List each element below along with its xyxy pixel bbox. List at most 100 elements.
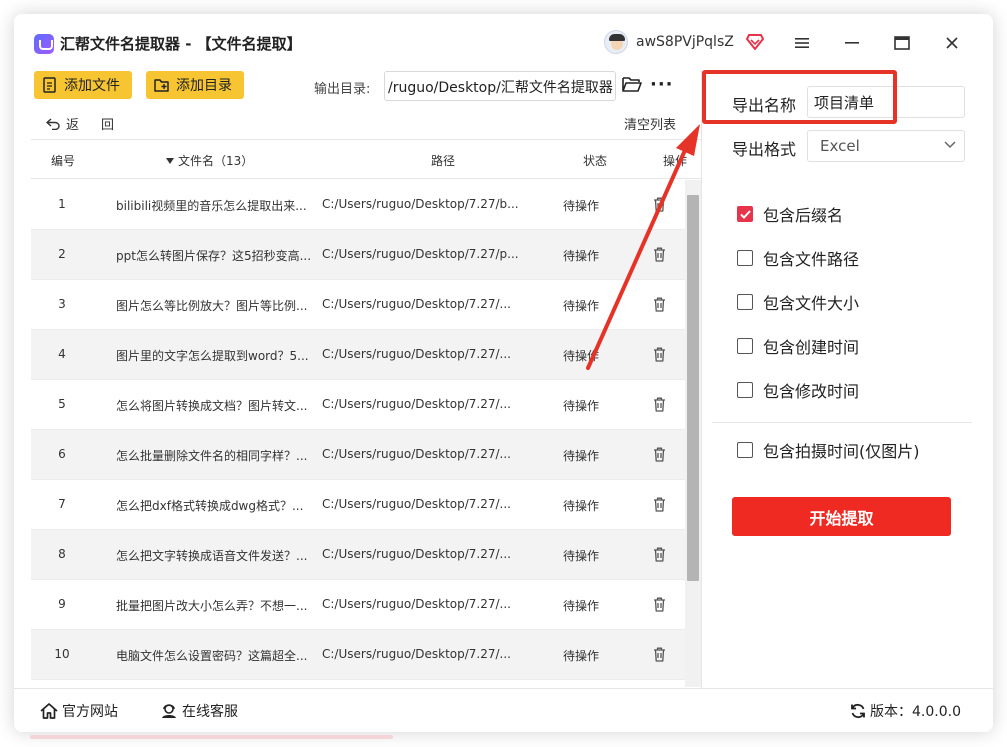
- table-row[interactable]: 2 ppt怎么转图片保存？这5招秒变高... C:/Users/ruguo/Desk…: [31, 230, 685, 280]
- row-number: 1: [58, 197, 66, 211]
- row-status: 待操作: [562, 199, 599, 213]
- more-options-icon[interactable]: ···: [650, 74, 674, 95]
- checkbox-empty-icon[interactable]: [737, 338, 753, 354]
- title-bar: 汇帮文件名提取器 - 【文件名提取】 awS8PVjPqlsZ: [14, 14, 993, 70]
- header-no: 编号: [51, 154, 76, 168]
- row-number: 7: [58, 497, 66, 511]
- add-directory-label: 添加目录: [176, 78, 232, 94]
- row-status: 待操作: [562, 399, 599, 413]
- progress-underline: [30, 735, 393, 739]
- version-info[interactable]: 版本：4.0.0.0: [850, 701, 961, 721]
- export-option-checkbox[interactable]: 包含后缀名: [737, 202, 843, 226]
- clear-list-button[interactable]: 清空列表: [624, 114, 676, 133]
- official-website-label: 官方网站: [62, 704, 118, 720]
- export-option-label: 包含修改时间: [763, 382, 860, 401]
- back-label-1: 返: [66, 118, 80, 133]
- minimize-button[interactable]: [837, 30, 867, 56]
- row-file-path: C:/Users/ruguo/Desktop/7.27/...: [322, 547, 511, 561]
- add-directory-button[interactable]: 添加目录: [146, 71, 244, 99]
- start-extract-button[interactable]: 开始提取: [732, 497, 951, 536]
- trash-icon: [654, 297, 665, 312]
- row-file-name: 批量把图片改大小怎么弄？不想一...: [116, 599, 308, 613]
- minimize-icon: [845, 42, 859, 44]
- export-option-checkbox[interactable]: 包含文件路径: [737, 246, 859, 270]
- export-settings-panel: 导出名称 项目清单 导出格式 Excel 包含后缀名 包含文件路径 包含文件大小 包含…: [701, 70, 993, 688]
- menu-button[interactable]: [787, 30, 817, 56]
- row-file-name: 怎么把dxf格式转换成dwg格式？...: [116, 499, 304, 513]
- row-delete-button[interactable]: [653, 447, 669, 462]
- row-delete-button[interactable]: [653, 247, 669, 262]
- hamburger-icon: [795, 38, 809, 48]
- export-option-checkbox[interactable]: 包含拍摄时间(仅图片): [737, 438, 920, 462]
- table-row[interactable]: 10 电脑文件怎么设置密码？这篇超全... C:/Users/ruguo/Deskt…: [31, 630, 685, 680]
- header-name[interactable]: 文件名（13）: [165, 152, 253, 169]
- row-number: 5: [58, 397, 66, 411]
- table-row[interactable]: 3 图片怎么等比例放大？图片等比例... C:/Users/ruguo/Deskto…: [31, 280, 685, 330]
- table-row[interactable]: 6 怎么批量删除文件名的相同字样？... C:/Users/ruguo/Deskto…: [31, 430, 685, 480]
- trash-icon: [654, 447, 665, 462]
- folder-open-icon[interactable]: [622, 75, 642, 93]
- row-delete-button[interactable]: [653, 497, 669, 512]
- header-op: 操作: [663, 154, 688, 168]
- trash-icon: [654, 397, 665, 412]
- table-row[interactable]: 4 图片里的文字怎么提取到word？5... C:/Users/ruguo/Desk…: [31, 330, 685, 380]
- close-button[interactable]: [937, 30, 967, 56]
- row-delete-button[interactable]: [653, 547, 669, 562]
- trash-icon: [654, 597, 665, 612]
- row-file-name: 怎么批量删除文件名的相同字样？...: [116, 449, 308, 463]
- checkbox-empty-icon[interactable]: [737, 294, 753, 310]
- row-delete-button[interactable]: [653, 597, 669, 612]
- export-option-label: 包含创建时间: [763, 338, 860, 357]
- back-button[interactable]: 返 回: [46, 114, 114, 133]
- support-agent-icon: [162, 704, 176, 718]
- add-file-button[interactable]: 添加文件: [34, 71, 132, 99]
- header-name-label: 文件名（13）: [178, 154, 254, 168]
- row-status: 待操作: [562, 249, 599, 263]
- checkbox-empty-icon[interactable]: [737, 442, 753, 458]
- export-option-checkbox[interactable]: 包含文件大小: [737, 290, 859, 314]
- table-row[interactable]: 1 bilibili视频里的音乐怎么提取出来... C:/Users/ruguo/D…: [31, 180, 685, 230]
- online-support-link[interactable]: 在线客服: [160, 701, 238, 721]
- row-delete-button[interactable]: [653, 397, 669, 412]
- add-file-icon: [43, 77, 56, 93]
- scrollbar-thumb[interactable]: [687, 195, 699, 581]
- row-delete-button[interactable]: [653, 297, 669, 312]
- table-row[interactable]: 5 怎么将图片转换成文档？图片转文... C:/Users/ruguo/Deskto…: [31, 380, 685, 430]
- username[interactable]: awS8PVjPqlsZ: [636, 34, 734, 50]
- official-website-link[interactable]: 官方网站: [40, 701, 118, 721]
- table-header: 编号 文件名（13） 路径 状态 操作: [31, 140, 701, 179]
- export-format-select[interactable]: Excel: [807, 130, 965, 162]
- export-option-checkbox[interactable]: 包含修改时间: [737, 378, 859, 402]
- row-number: 10: [54, 647, 70, 661]
- close-icon: [946, 37, 958, 49]
- row-file-path: C:/Users/ruguo/Desktop/7.27/...: [322, 347, 511, 361]
- annotation-highlight-box: [702, 70, 897, 124]
- row-status: 待操作: [562, 599, 599, 613]
- row-status: 待操作: [562, 499, 599, 513]
- row-delete-button[interactable]: [653, 647, 669, 662]
- output-dir-field[interactable]: /ruguo/Desktop/汇帮文件名提取器: [384, 71, 616, 101]
- row-delete-button[interactable]: [653, 347, 669, 362]
- table-row[interactable]: 7 怎么把dxf格式转换成dwg格式？... C:/Users/ruguo/Desk…: [31, 480, 685, 530]
- user-avatar[interactable]: [604, 30, 628, 54]
- app-logo-icon: [34, 34, 54, 54]
- trash-icon: [654, 497, 665, 512]
- checkbox-empty-icon[interactable]: [737, 382, 753, 398]
- export-format-label: 导出格式: [732, 140, 797, 159]
- trash-icon: [654, 247, 665, 262]
- add-file-label: 添加文件: [64, 78, 120, 94]
- maximize-button[interactable]: [887, 30, 917, 56]
- table-scrollbar[interactable]: [685, 180, 701, 687]
- table-row[interactable]: 9 批量把图片改大小怎么弄？不想一... C:/Users/ruguo/Deskto…: [31, 580, 685, 630]
- export-option-checkbox[interactable]: 包含创建时间: [737, 334, 859, 358]
- table-row[interactable]: 8 怎么把文字转换成语音文件发送？... C:/Users/ruguo/Deskto…: [31, 530, 685, 580]
- back-label-2: 回: [101, 118, 115, 133]
- back-arrow-icon: [46, 117, 60, 130]
- row-number: 6: [58, 447, 66, 461]
- row-delete-button[interactable]: [653, 197, 669, 212]
- row-file-path: C:/Users/ruguo/Desktop/7.27/...: [322, 597, 511, 611]
- row-status: 待操作: [562, 449, 599, 463]
- checkbox-checked-icon[interactable]: [737, 206, 753, 222]
- checkbox-empty-icon[interactable]: [737, 250, 753, 266]
- vip-diamond-icon[interactable]: [746, 34, 764, 50]
